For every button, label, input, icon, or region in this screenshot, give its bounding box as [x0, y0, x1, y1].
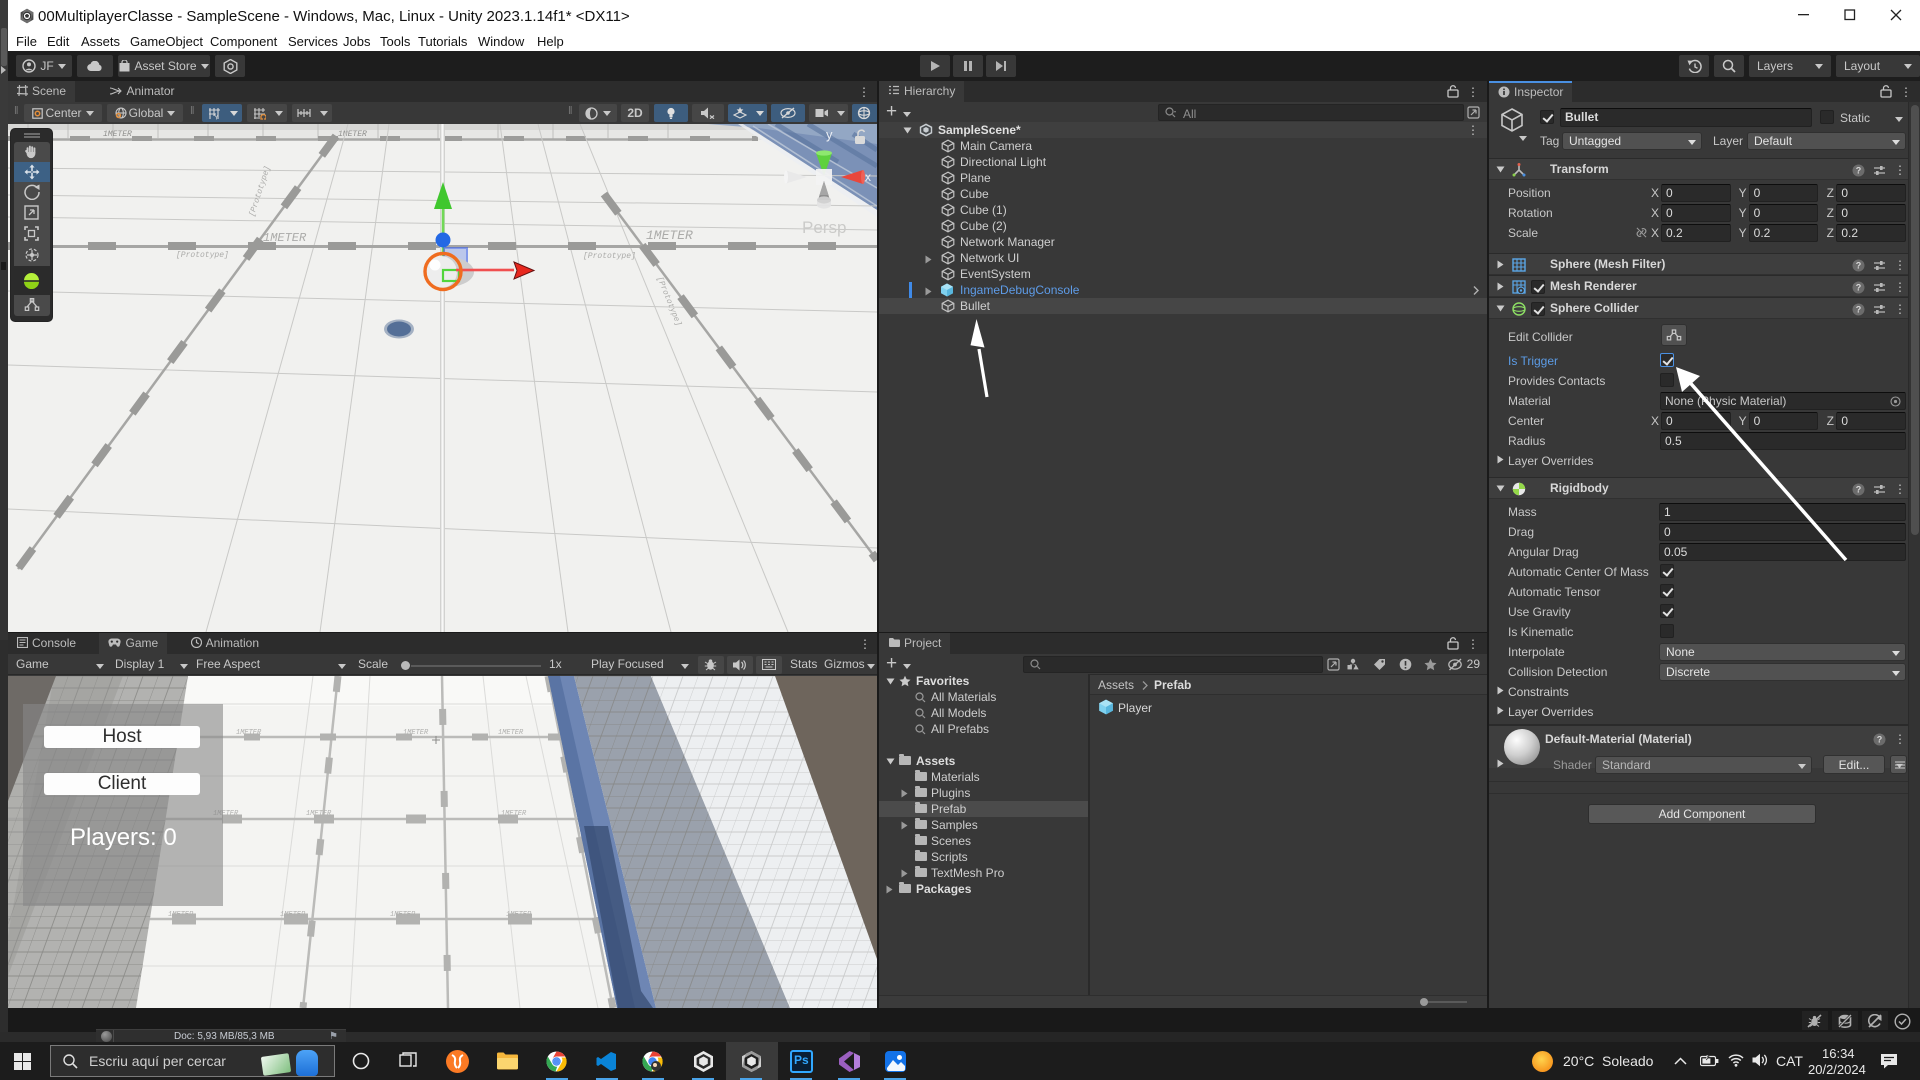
svg-text:1METER: 1METER [103, 130, 132, 139]
svg-text:[Prototype]: [Prototype] [583, 252, 636, 261]
svg-text:1METER: 1METER [236, 729, 262, 737]
svg-text:1METER: 1METER [498, 729, 524, 737]
svg-text:1METER: 1METER [338, 130, 367, 139]
svg-text:?: ? [1856, 260, 1862, 270]
svg-text:?: ? [1856, 165, 1862, 175]
svg-text:Y: Y [214, 114, 219, 120]
svg-text:1METER: 1METER [403, 729, 429, 737]
svg-text:1METER: 1METER [280, 911, 306, 919]
svg-text:?: ? [1877, 734, 1883, 744]
svg-text:[Prototype]: [Prototype] [655, 275, 683, 327]
svg-text:1METER: 1METER [390, 911, 416, 919]
svg-text:?: ? [1856, 484, 1862, 494]
svg-text:[Prototype]: [Prototype] [248, 165, 273, 218]
svg-text:[Prototype]: [Prototype] [176, 251, 229, 260]
svg-text:1METER: 1METER [168, 911, 194, 919]
svg-text:?: ? [1856, 304, 1862, 314]
svg-text:?: ? [1856, 282, 1862, 292]
svg-text:1METER: 1METER [646, 228, 693, 243]
svg-text:y: y [826, 127, 833, 142]
svg-text:1METER: 1METER [506, 911, 532, 919]
svg-text:1METER: 1METER [501, 810, 527, 818]
svg-text:Persp: Persp [802, 218, 846, 237]
svg-text:x: x [865, 170, 871, 184]
svg-text:1METER: 1METER [263, 231, 307, 245]
svg-text:1METER: 1METER [306, 810, 332, 818]
